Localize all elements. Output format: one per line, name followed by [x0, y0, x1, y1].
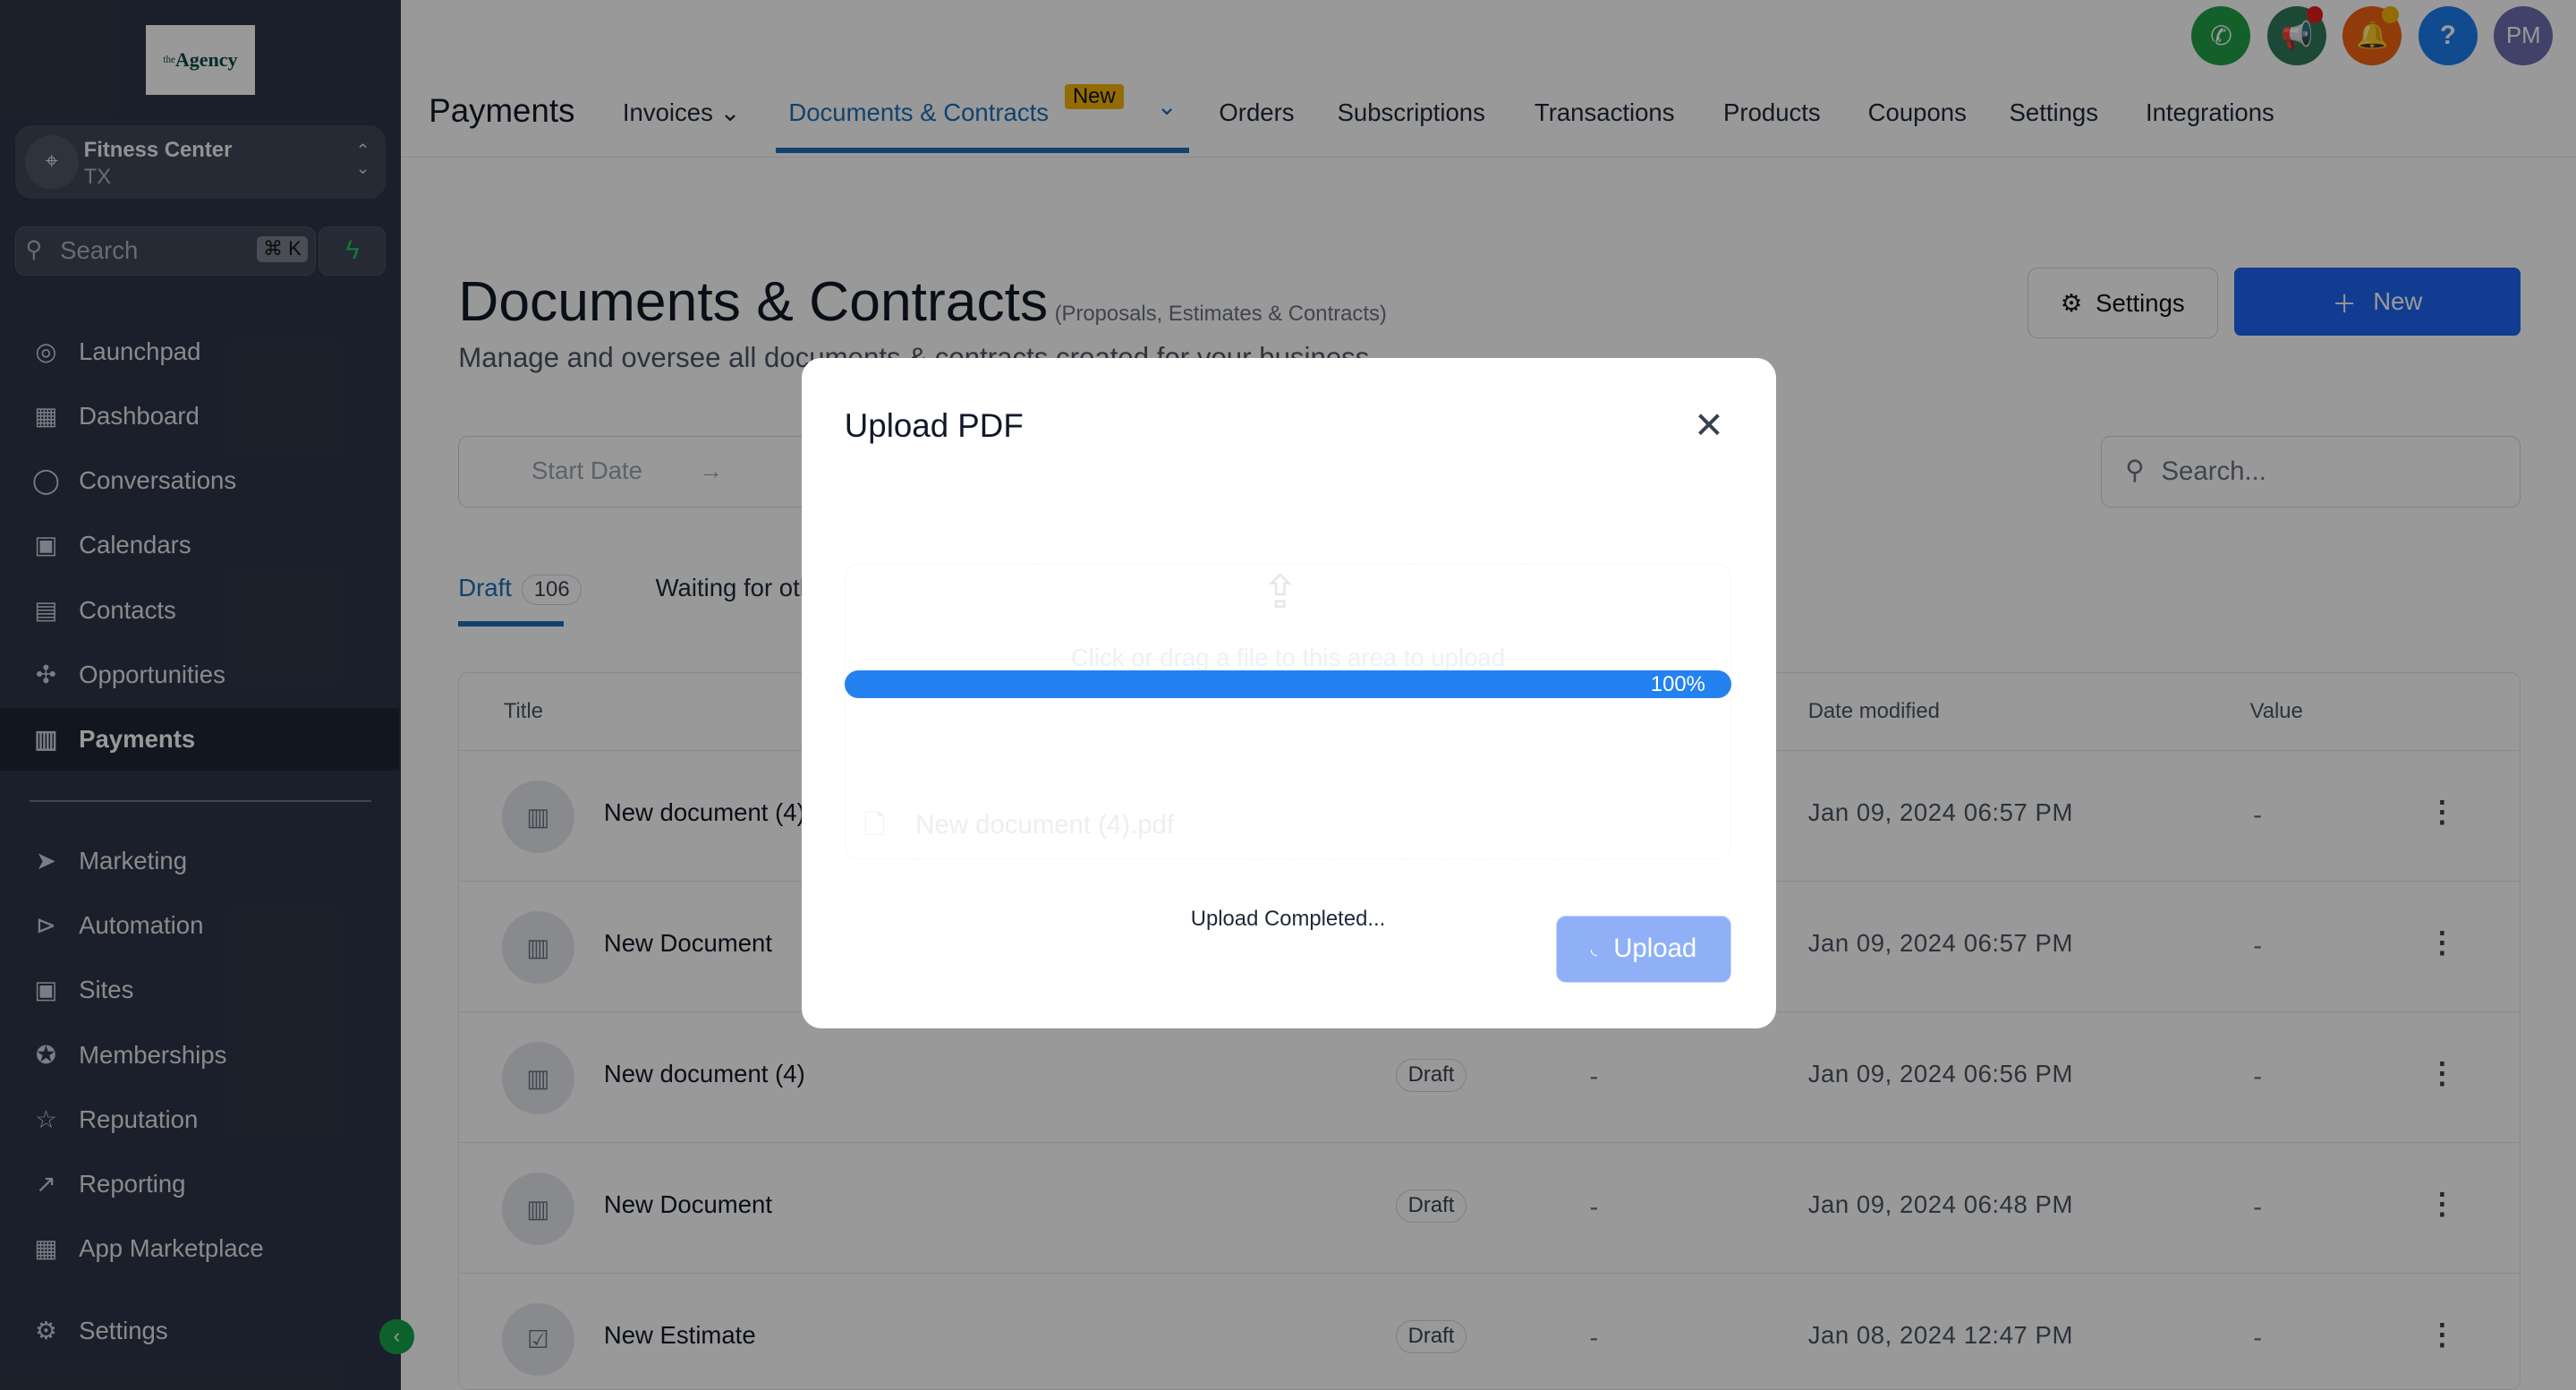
loading-spinner-icon: ◟ — [1590, 939, 1597, 959]
drop-hint: Click or drag a file to this area to upl… — [1070, 643, 1506, 671]
upload-icon: ⇪ — [1261, 565, 1300, 618]
progress-fill: 100% — [844, 670, 1732, 699]
file-icon: 🗋 — [863, 809, 886, 840]
modal-title: Upload PDF — [844, 407, 1024, 445]
upload-button[interactable]: ◟ Upload — [1555, 915, 1732, 983]
button-label: Upload — [1613, 934, 1697, 964]
uploaded-file: 🗋 New document (4).pdf — [864, 806, 1174, 850]
upload-pdf-modal: Upload PDF ✕ ⇪ Click or drag a file to t… — [802, 358, 1776, 1029]
file-name: New document (4).pdf — [915, 809, 1175, 840]
upload-progress-bar: 100% — [844, 670, 1732, 699]
close-icon[interactable]: ✕ — [1694, 405, 1724, 447]
